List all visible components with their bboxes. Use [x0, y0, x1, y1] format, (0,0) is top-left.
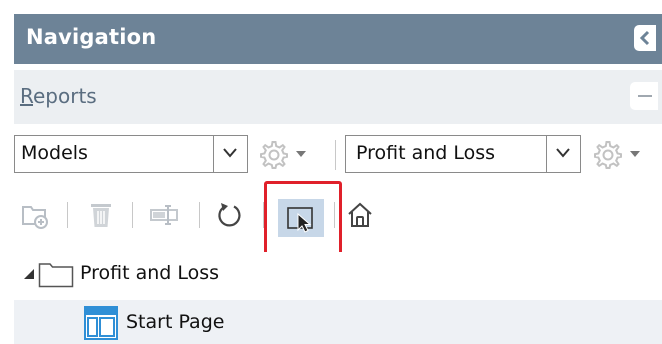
tree-item-row[interactable]: Start Page: [14, 300, 662, 344]
delete-icon: [91, 204, 111, 227]
new-folder-button[interactable]: [16, 196, 52, 232]
gear-icon: [594, 141, 622, 169]
model-select-arrow[interactable]: [213, 136, 247, 172]
caret-down-icon: [630, 151, 640, 157]
navigation-panel: Navigation Reports Models Profit and Los…: [0, 0, 662, 344]
new-folder-icon: [22, 206, 48, 229]
delete-button[interactable]: [82, 196, 118, 232]
report-select-arrow[interactable]: [546, 136, 580, 172]
chevron-down-icon: [556, 148, 570, 158]
rename-icon: [150, 205, 178, 225]
model-select-value: Models: [21, 142, 88, 164]
reports-section-header[interactable]: Reports: [14, 70, 662, 124]
tree-item-label: Start Page: [126, 311, 225, 333]
folder-icon: [38, 263, 74, 288]
select-button-highlight: [264, 181, 342, 255]
minimize-section-button[interactable]: [630, 82, 658, 110]
navigation-header: Navigation: [14, 14, 662, 64]
toolbar-divider: [132, 202, 133, 228]
report-settings-menu[interactable]: [592, 135, 654, 173]
home-button[interactable]: [341, 196, 377, 232]
reports-section-title: Reports: [20, 84, 97, 108]
tree-folder-row[interactable]: Profit and Loss: [14, 252, 662, 296]
navigation-title: Navigation: [26, 25, 157, 49]
chevron-down-icon: [223, 148, 237, 158]
rename-button[interactable]: [145, 196, 181, 232]
chevron-left-icon: [639, 30, 650, 46]
report-select[interactable]: Profit and Loss: [345, 135, 581, 173]
model-settings-menu[interactable]: [258, 135, 314, 173]
tree-folder-label: Profit and Loss: [80, 262, 220, 284]
expand-triangle-icon[interactable]: [24, 269, 34, 279]
caret-down-icon: [296, 151, 306, 157]
toolbar-divider: [67, 202, 68, 228]
model-select[interactable]: Models: [14, 135, 248, 173]
collapse-panel-button[interactable]: [634, 25, 656, 51]
report-select-value: Profit and Loss: [356, 142, 496, 164]
home-icon: [348, 202, 372, 227]
gear-icon: [260, 141, 288, 169]
refresh-icon: [218, 203, 241, 227]
toolbar-divider: [335, 140, 336, 170]
page-layout-icon: [84, 306, 118, 340]
toolbar-divider: [199, 202, 200, 228]
refresh-button[interactable]: [211, 196, 247, 232]
